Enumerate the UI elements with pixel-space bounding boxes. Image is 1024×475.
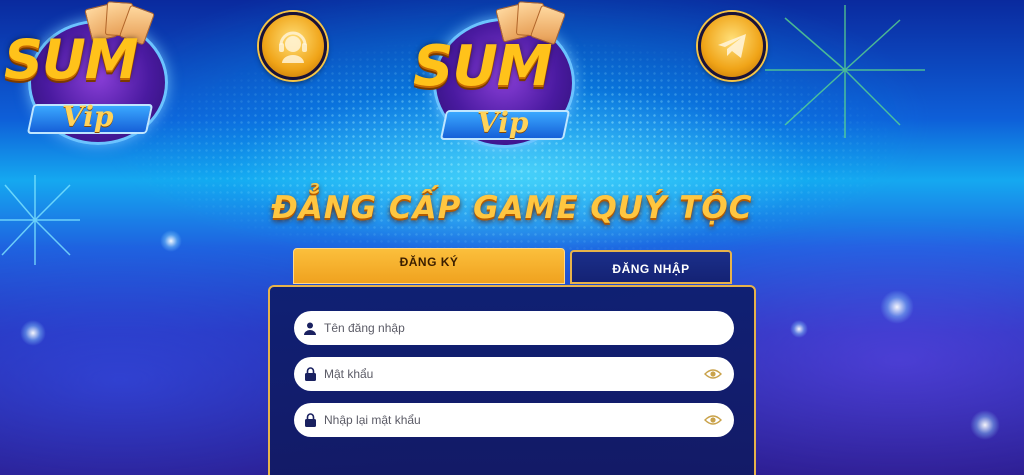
telegram-icon [718,34,746,58]
username-input[interactable] [324,321,694,335]
sparkle [160,230,182,252]
sparkle [20,320,46,346]
logo-center[interactable]: SUM Vip [405,0,605,160]
logo-vip: Vip [477,106,529,139]
lock-icon [304,367,316,381]
slogan: ĐẲNG CẤP GAME QUÝ TỘC [271,190,753,226]
tab-register[interactable]: ĐĂNG KÝ [293,248,565,284]
password-field[interactable] [294,357,734,391]
eye-icon[interactable] [704,367,722,381]
confirm-password-field[interactable] [294,403,734,437]
password-input[interactable] [324,367,694,381]
headset-icon [279,31,307,63]
logo-word: SUM [413,34,553,99]
lock-icon [304,413,316,427]
tab-login[interactable]: ĐĂNG NHẬP [570,250,732,284]
logo-word: SUM [4,28,138,91]
username-field[interactable] [294,311,734,345]
firework-right [765,5,925,138]
telegram-button[interactable] [698,12,766,80]
support-button[interactable] [259,12,327,80]
sparkle [790,320,808,338]
user-icon [304,321,316,335]
eye-icon[interactable] [704,413,722,427]
sparkle [880,290,914,324]
confirm-password-input[interactable] [324,413,694,427]
logo-vip: Vip [62,100,114,133]
sparkle [970,410,1000,440]
register-form [268,285,756,475]
logo-left[interactable]: SUM Vip [0,0,190,155]
